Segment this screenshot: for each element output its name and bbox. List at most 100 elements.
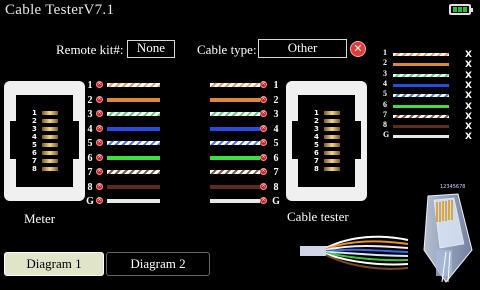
tester-pin-label: 7 [314,157,319,165]
tester-pin-label: 6 [314,149,319,157]
legend-wire [393,94,449,98]
meter-pin-contact [42,159,58,163]
meter-wire-number: 6 [87,152,93,164]
tester-wire-number: 3 [273,109,279,120]
meter-wire-number: 4 [87,123,93,135]
tester-wire-number: G [272,196,280,207]
legend-pin-number: 4 [383,78,387,88]
cable-type-field[interactable]: Other [258,39,347,58]
tester-wire [210,83,260,87]
meter-pin-contact [42,135,58,139]
tester-wire-number: 4 [273,123,279,135]
tester-pin-contact [324,135,340,139]
legend-pin-number: 8 [383,120,387,130]
tester-wire-number: 2 [273,94,279,106]
meter-pin-label: 4 [32,133,37,141]
meter-wire-number: 7 [87,167,93,178]
tester-wire-fault-icon: × [260,95,267,103]
legend-wire [393,125,449,129]
tester-wire-fault-icon: × [260,153,267,161]
legend-status-mark: X [465,132,472,143]
meter-pin-label: 8 [32,165,37,173]
meter-wire-fault-icon: × [96,197,103,204]
legend-wire [393,114,449,118]
tester-pin-label: 2 [314,117,319,125]
tester-screen: Cable TesterV7.1 Remote kit#: None Cable… [0,0,480,290]
tester-wire [210,184,260,189]
battery-icon [449,4,473,15]
meter-wire-fault-icon: × [96,95,103,103]
legend-pin-number: 1 [383,48,387,57]
remote-kit-field[interactable]: None [127,40,175,58]
tester-wire [210,126,260,131]
meter-wire [107,112,160,116]
tester-pin-label: 5 [314,141,319,149]
legend-status-mark: X [465,111,472,122]
tester-pin-contact [324,111,340,115]
meter-wire-fault-icon: × [96,124,103,132]
meter-connector: 12345678 [4,81,85,201]
tester-pin-contact [324,119,340,123]
meter-wire-number: 8 [87,181,93,193]
app-title: Cable TesterV7.1 [5,2,115,18]
meter-wire-fault-icon: × [96,110,103,117]
tester-wire-number: 5 [273,138,279,149]
remote-kit-label: Remote kit#: [56,42,124,57]
meter-wire [107,97,160,102]
tester-wire-fault-icon: × [260,110,267,117]
meter-wire [107,126,160,131]
meter-wire-number: 3 [87,109,93,120]
meter-wire-fault-icon: × [96,168,103,175]
meter-wire [107,184,160,189]
legend-pin-number: 5 [383,89,387,99]
tester-pin-contact [324,167,340,171]
legend-wire [393,53,449,56]
legend-status-mark: X [465,70,472,81]
legend-status-mark: X [465,80,472,91]
meter-wire [107,141,160,145]
meter-wire-number: 5 [87,138,93,149]
tester-wire-fault-icon: × [260,124,267,132]
tab-diagram-2[interactable]: Diagram 2 [106,252,210,276]
tester-wire [210,141,260,145]
legend-pin-number: 2 [383,58,387,68]
meter-wire [107,155,160,160]
meter-pin-contact [42,151,58,155]
cable-type-label: Cable type: [197,42,257,57]
meter-label: Meter [24,211,56,226]
legend-wire [393,104,449,108]
legend-status-mark: X [465,101,472,112]
tester-wire [210,97,260,102]
tester-pin-label: 8 [314,165,319,173]
tester-pin-label: 4 [314,133,319,141]
tester-pin-contact [324,159,340,163]
tester-wire [210,170,260,174]
meter-wire [107,170,160,174]
legend-status-mark: X [465,91,472,102]
tester-wire-number: 8 [273,181,279,193]
meter-wire-fault-icon: × [96,153,103,161]
tester-wire [210,112,260,116]
meter-wire [107,199,160,203]
meter-pin-label: 1 [32,109,37,117]
legend-wire [393,135,449,139]
legend-pin-number: 7 [383,109,387,119]
meter-wire-number: G [86,196,94,207]
tester-wire [210,155,260,160]
tab-diagram-1[interactable]: Diagram 1 [4,252,104,276]
tester-connector: 12345678 [286,81,367,201]
meter-wire [107,83,160,87]
legend-pin-number: 3 [383,68,387,78]
meter-pin-label: 7 [32,157,37,165]
meter-pin-contact [42,167,58,171]
meter-pin-contact [42,127,58,131]
meter-wire-fault-icon: × [96,81,103,88]
clear-cable-type-button[interactable]: ✕ [350,41,366,57]
tester-wire-number: 7 [273,167,279,178]
meter-pin-label: 5 [32,141,37,149]
legend-status-mark: X [465,122,472,133]
tester-wire-number: 1 [273,80,279,91]
tester-pin-contact [324,127,340,131]
meter-pin-contact [42,111,58,115]
legend-wire [393,63,449,67]
